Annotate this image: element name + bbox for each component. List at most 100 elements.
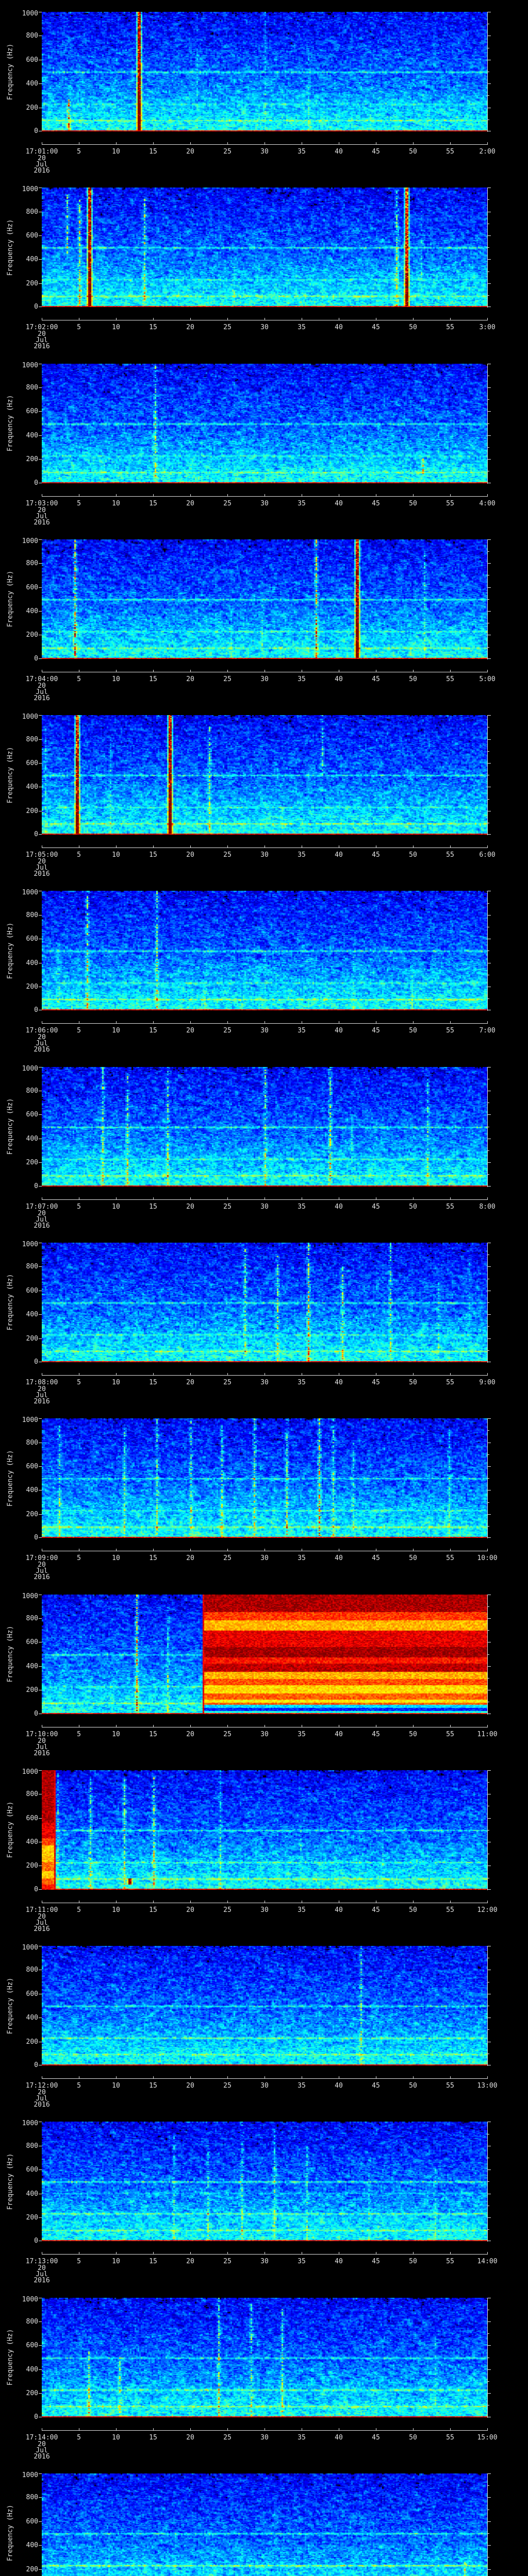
y-tick-label: 400 — [26, 783, 38, 791]
y-tick-label: 800 — [26, 32, 38, 40]
y-tick — [39, 2369, 42, 2370]
right-axis-tick — [488, 1770, 491, 1771]
right-axis-tick — [488, 998, 489, 999]
right-axis-tick — [488, 1677, 489, 1679]
x-tick-label: 30 — [260, 1027, 269, 1035]
right-axis-tick — [488, 235, 491, 236]
x-axis-end-time-label: 8:00 — [479, 1202, 496, 1211]
x-tick — [450, 494, 451, 496]
x-tick — [190, 845, 191, 848]
y-tick-label: 200 — [26, 983, 38, 991]
spectrogram-panel: Frequency (Hz) 17:13:00 14:00 20 Jul 201… — [0, 2110, 528, 2286]
x-axis-line — [42, 2254, 488, 2255]
right-axis-tick — [488, 799, 489, 800]
x-axis-end-time-label: 6:00 — [479, 851, 496, 859]
y-tick — [39, 2393, 42, 2394]
x-tick — [190, 1549, 191, 1551]
x-tick — [190, 1372, 191, 1375]
y-tick-label: 600 — [26, 1638, 38, 1647]
right-axis-tick — [488, 95, 489, 96]
date-year-label: 2016 — [34, 870, 50, 878]
x-tick-label: 50 — [409, 1554, 417, 1563]
x-tick-label: 15 — [149, 2082, 157, 2090]
x-tick — [227, 1372, 228, 1375]
x-tick — [450, 318, 451, 320]
x-tick-label: 35 — [298, 1378, 306, 1386]
x-tick-label: 50 — [409, 2258, 417, 2266]
x-tick — [413, 1197, 414, 1199]
x-tick — [487, 669, 488, 672]
y-tick — [39, 611, 42, 612]
spectrogram-heatmap — [42, 2473, 487, 2576]
y-tick-label: 600 — [26, 1111, 38, 1119]
x-tick-label: 5 — [77, 2082, 81, 2090]
x-tick-label: 45 — [372, 851, 380, 859]
y-tick — [39, 411, 42, 412]
y-tick-label: 200 — [26, 807, 38, 815]
right-axis-tick — [488, 2333, 489, 2334]
x-tick — [116, 142, 117, 144]
x-tick-label: 35 — [298, 851, 306, 859]
spectrogram-heatmap — [42, 1418, 487, 1538]
y-tick — [39, 1418, 42, 1419]
y-axis-title: Frequency (Hz) — [3, 364, 18, 483]
right-axis-tick — [488, 1266, 491, 1267]
spectrogram-heatmap — [42, 12, 487, 131]
y-axis-title: Frequency (Hz) — [3, 539, 18, 659]
x-tick — [227, 1021, 228, 1024]
x-tick — [487, 2252, 488, 2255]
y-tick-label: 400 — [26, 256, 38, 264]
y-tick-label: 1000 — [22, 185, 38, 194]
right-axis-tick — [488, 2181, 489, 2182]
y-tick-label: 0 — [34, 1358, 38, 1366]
right-axis-tick — [488, 1478, 489, 1479]
y-tick — [39, 2321, 42, 2323]
x-tick — [413, 494, 414, 496]
right-axis-tick — [488, 1526, 489, 1527]
y-tick-label: 1000 — [22, 2295, 38, 2303]
spectrogram-heatmap — [42, 188, 487, 308]
right-axis-tick — [488, 247, 489, 248]
right-axis-tick — [488, 1114, 491, 1115]
right-axis-tick — [488, 1606, 489, 1607]
right-axis-tick — [488, 1829, 489, 1831]
right-axis-tick — [488, 1666, 491, 1667]
y-tick-label: 1000 — [22, 1592, 38, 1600]
y-tick — [39, 762, 42, 764]
y-tick-label: 1000 — [22, 1944, 38, 1952]
spectrogram-heatmap — [42, 363, 487, 483]
x-tick-label: 15 — [149, 1202, 157, 1211]
y-tick — [39, 1818, 42, 1819]
y-tick — [39, 283, 42, 284]
y-tick-label: 0 — [34, 1709, 38, 1718]
x-tick — [413, 1372, 414, 1375]
y-axis-title-text: Frequency (Hz) — [6, 219, 14, 276]
y-tick — [39, 2473, 42, 2474]
y-axis-title: Frequency (Hz) — [3, 1418, 18, 1538]
x-tick — [413, 2428, 414, 2430]
x-tick-label: 10 — [112, 1027, 120, 1035]
x-tick — [227, 494, 228, 496]
x-tick-label: 15 — [149, 1554, 157, 1563]
x-tick-label: 15 — [149, 499, 157, 507]
right-axis-tick — [488, 599, 489, 600]
x-tick — [227, 845, 228, 848]
y-axis-title-text: Frequency (Hz) — [6, 2153, 14, 2210]
x-tick — [153, 1197, 154, 1199]
x-tick-label: 35 — [298, 1554, 306, 1563]
x-tick-label: 25 — [223, 1378, 232, 1386]
right-axis-tick — [488, 387, 491, 388]
right-axis-tick — [488, 259, 491, 260]
y-axis-title-text: Frequency (Hz) — [6, 1625, 14, 1683]
y-axis-title-text: Frequency (Hz) — [6, 1450, 14, 1507]
x-tick-label: 40 — [335, 2433, 343, 2442]
x-tick — [153, 1724, 154, 1727]
y-tick-label: 200 — [26, 1159, 38, 1167]
x-tick — [450, 1724, 451, 1727]
right-axis-tick — [488, 2393, 491, 2394]
x-tick — [450, 1900, 451, 1903]
spectrogram-panel: Frequency (Hz) 17:15:00 16:00 20 Jul 201… — [0, 2461, 528, 2576]
x-tick-label: 20 — [186, 324, 194, 332]
y-tick-label: 600 — [26, 56, 38, 64]
right-axis-tick — [488, 1430, 489, 1431]
